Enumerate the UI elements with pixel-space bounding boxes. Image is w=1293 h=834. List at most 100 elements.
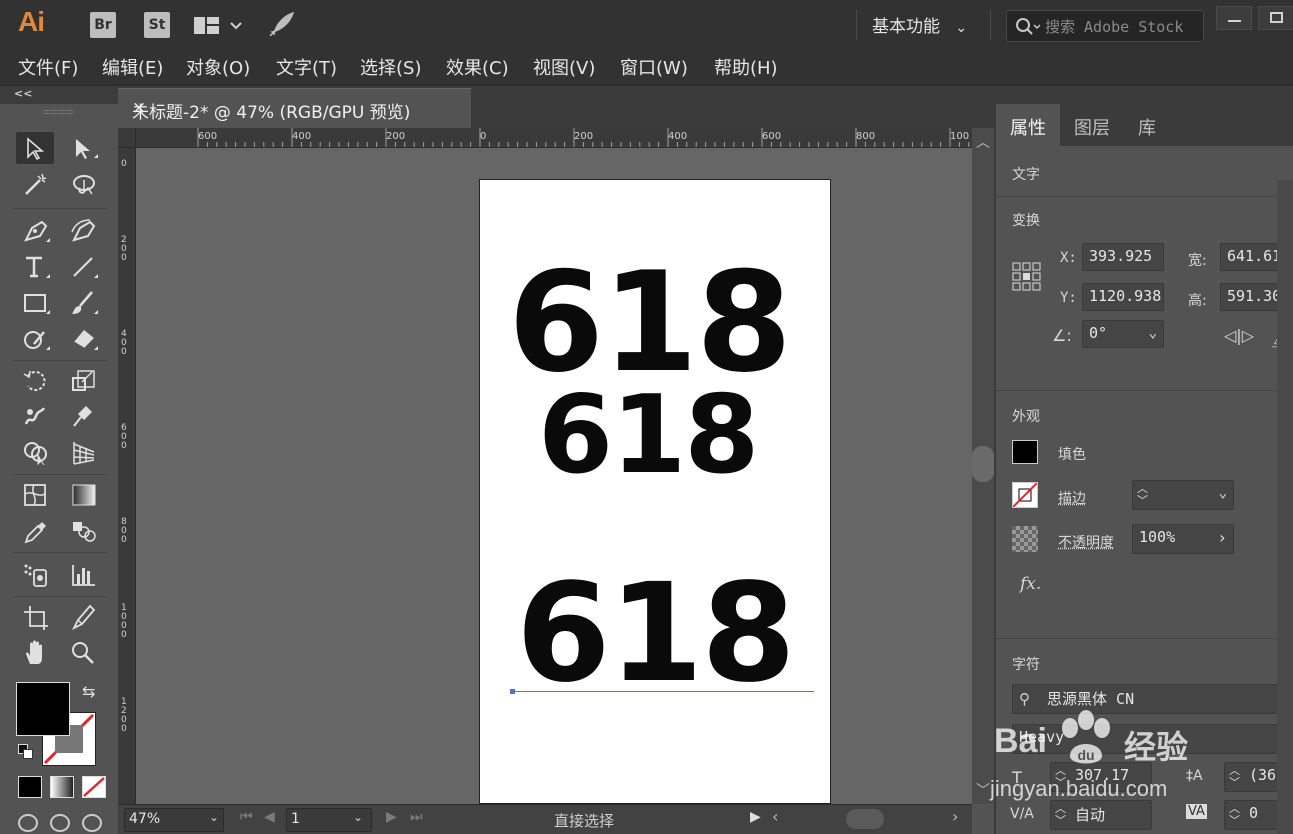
puppet-warp-tool[interactable] — [64, 400, 102, 432]
rectangle-tool[interactable] — [16, 286, 54, 318]
gpu-performance-button[interactable] — [266, 10, 296, 40]
color-mode-button[interactable] — [18, 776, 42, 798]
blend-tool[interactable] — [64, 514, 102, 546]
arrange-documents-button[interactable] — [194, 14, 242, 38]
pen-tool[interactable] — [16, 214, 54, 246]
panel-grip[interactable] — [44, 110, 74, 114]
artboard-number-select[interactable]: 1 ⌄ — [286, 808, 372, 832]
line-segment-tool[interactable] — [64, 250, 102, 282]
stroke-weight-field[interactable]: ︿ ﹀ ⌄ — [1132, 480, 1234, 510]
eyedropper-tool[interactable] — [16, 514, 54, 546]
next-artboard-icon[interactable]: ▶ — [386, 809, 397, 825]
y-field[interactable]: 1120.938 — [1082, 283, 1164, 311]
tab-libraries[interactable]: 库 — [1124, 104, 1170, 146]
menu-select[interactable]: 选择(S) — [360, 54, 421, 80]
collapse-panel-button[interactable]: << — [14, 87, 32, 100]
lasso-tool[interactable] — [64, 168, 102, 200]
zoom-tool[interactable] — [64, 636, 102, 668]
stroke-color-swatch[interactable] — [1012, 482, 1038, 508]
layout-grid-icon — [194, 17, 242, 34]
scroll-left-icon[interactable]: ‹ — [772, 807, 778, 826]
menu-help[interactable]: 帮助(H) — [714, 54, 778, 80]
horizontal-scroll-thumb[interactable] — [846, 809, 884, 829]
gradient-tool[interactable] — [64, 478, 102, 510]
ruler-origin[interactable] — [118, 128, 136, 148]
watermark: Bai du 经验 jingyan.baidu.com — [990, 692, 1250, 832]
artboard[interactable]: 618 618 618 — [479, 179, 831, 804]
last-artboard-icon[interactable]: ⏭ — [410, 809, 423, 825]
document-tab[interactable]: 未标题-2* @ 47% (RGB/GPU 预览) × — [118, 88, 472, 128]
chevron-down-icon: ⌄ — [955, 20, 968, 36]
text-object[interactable]: 618 — [516, 564, 796, 704]
stock-button[interactable]: St — [144, 12, 170, 38]
workspace-switcher[interactable]: 基本功能 ⌄ — [872, 12, 967, 37]
none-mode-button[interactable] — [82, 776, 106, 798]
scrollbar-thumb[interactable] — [972, 446, 994, 482]
gradient-mode-button[interactable] — [50, 776, 74, 798]
previous-artboard-icon[interactable]: ◀ — [264, 809, 275, 825]
close-tab-button[interactable]: × — [132, 98, 146, 118]
menu-edit[interactable]: 编辑(E) — [102, 54, 163, 80]
perspective-grid-tool[interactable] — [64, 436, 102, 468]
stepper-icon[interactable]: ︿ ﹀ — [1137, 483, 1148, 507]
artboard-tool[interactable] — [16, 600, 54, 632]
magic-wand-tool[interactable] — [16, 168, 54, 200]
symbol-sprayer-tool[interactable] — [16, 558, 54, 590]
eraser-tool[interactable] — [64, 322, 102, 354]
status-menu-icon[interactable]: ▶ — [750, 809, 761, 825]
reference-point-icon[interactable] — [1012, 262, 1042, 292]
rotate-angle-field[interactable]: 0° ⌄ — [1082, 320, 1164, 348]
draw-normal-icon[interactable] — [18, 814, 38, 832]
fx-button[interactable]: fx. — [1020, 574, 1041, 594]
type-tool[interactable] — [16, 250, 54, 282]
rotate-tool[interactable] — [16, 364, 54, 396]
chevron-right-icon: › — [1217, 528, 1227, 547]
maximize-button[interactable] — [1258, 6, 1293, 30]
paintbrush-tool[interactable] — [64, 286, 102, 318]
menu-object[interactable]: 对象(O) — [186, 54, 250, 80]
shaper-tool[interactable] — [16, 322, 54, 354]
mesh-tool[interactable] — [16, 478, 54, 510]
stroke-label[interactable]: 描边 — [1058, 488, 1086, 508]
slice-tool[interactable] — [64, 600, 102, 632]
menu-type[interactable]: 文字(T) — [276, 54, 337, 80]
chevron-down-icon: ⌄ — [209, 810, 220, 824]
fill-color-swatch[interactable] — [1012, 440, 1038, 464]
swap-fill-stroke-icon[interactable]: ⇆ — [82, 682, 104, 704]
menu-effect[interactable]: 效果(C) — [446, 54, 509, 80]
scroll-right-icon[interactable]: › — [952, 807, 958, 826]
bridge-button[interactable]: Br — [90, 12, 116, 38]
default-fill-stroke-icon[interactable] — [18, 744, 36, 762]
scroll-up-icon[interactable]: ︿ — [976, 132, 990, 152]
fill-swatch[interactable] — [16, 682, 70, 736]
minimize-button[interactable] — [1216, 6, 1252, 30]
curvature-tool[interactable] — [64, 214, 102, 246]
draw-behind-icon[interactable] — [50, 814, 70, 832]
column-graph-tool[interactable] — [64, 558, 102, 590]
menu-file[interactable]: 文件(F) — [18, 54, 78, 80]
ruler-label: 400 — [121, 329, 127, 357]
panel-scrollbar[interactable] — [1277, 180, 1293, 834]
opacity-label[interactable]: 不透明度 — [1058, 532, 1114, 552]
text-object[interactable]: 618 — [538, 380, 759, 492]
shape-builder-tool[interactable] — [16, 436, 54, 468]
tab-layers[interactable]: 图层 — [1060, 104, 1124, 146]
hand-tool[interactable] — [16, 636, 54, 668]
stock-search-input[interactable]: 搜索 Adobe Stock — [1006, 10, 1204, 42]
direct-selection-tool[interactable] — [64, 132, 102, 164]
first-artboard-icon[interactable]: ⏮ — [240, 809, 253, 825]
scale-tool[interactable] — [64, 364, 102, 396]
warp-tool[interactable] — [16, 400, 54, 432]
tab-properties[interactable]: 属性 — [996, 104, 1060, 146]
draw-inside-icon[interactable] — [82, 814, 102, 832]
ruler-label: 0 — [480, 131, 487, 142]
x-field[interactable]: 393.925 — [1082, 243, 1164, 271]
menu-window[interactable]: 窗口(W) — [620, 54, 688, 80]
flip-horizontal-icon[interactable]: ◁|▷ — [1224, 326, 1254, 345]
opacity-field[interactable]: 100% › — [1132, 524, 1234, 554]
anchor-point[interactable] — [510, 689, 515, 694]
zoom-select[interactable]: 47% ⌄ — [124, 808, 224, 832]
selection-tool[interactable] — [16, 132, 54, 164]
menu-view[interactable]: 视图(V) — [533, 54, 595, 80]
scroll-down-icon[interactable]: ﹀ — [976, 780, 990, 800]
